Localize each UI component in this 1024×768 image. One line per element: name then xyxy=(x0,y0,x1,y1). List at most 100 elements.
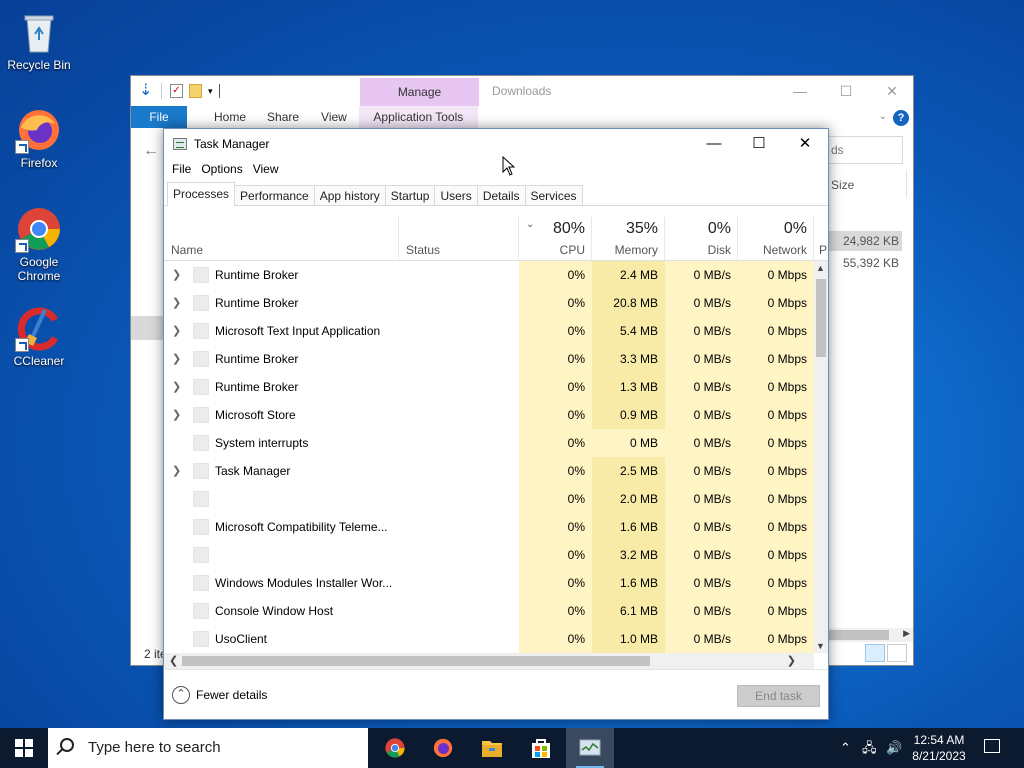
network-value: 0 Mbps xyxy=(738,317,814,345)
expand-chevron-icon[interactable]: ❯ xyxy=(172,317,182,345)
close-icon[interactable]: ✕ xyxy=(782,129,828,159)
column-header-size[interactable]: Size xyxy=(831,178,854,192)
table-row[interactable]: ❯ Microsoft Text Input Application 0% 5.4 M… xyxy=(164,317,814,345)
taskbar-search-box[interactable]: Type here to search xyxy=(48,728,368,768)
column-header-power[interactable]: P xyxy=(814,217,828,261)
expand-chevron-icon[interactable]: ❯ xyxy=(172,457,182,485)
table-row[interactable]: Microsoft Compatibility Teleme... 0% 1.6 M… xyxy=(164,513,814,541)
desktop-icon-firefox[interactable]: Firefox xyxy=(4,106,74,170)
volume-icon[interactable]: 🔊 xyxy=(886,728,902,768)
taskbar-chrome[interactable] xyxy=(371,728,419,768)
menu-options[interactable]: Options xyxy=(196,159,247,179)
properties-icon[interactable]: ✓ xyxy=(170,84,183,98)
taskbar-file-explorer[interactable] xyxy=(468,728,516,768)
expand-chevron-icon[interactable]: ❯ xyxy=(172,373,182,401)
ribbon-tab-file[interactable]: File xyxy=(131,106,187,128)
scroll-up-icon[interactable]: ▲ xyxy=(816,263,825,273)
maximize-icon[interactable]: ☐ xyxy=(823,76,869,106)
table-row[interactable]: ❯ Microsoft Store 0% 0.9 MB 0 MB/s 0 Mbps xyxy=(164,401,814,429)
scroll-down-icon[interactable]: ▼ xyxy=(816,641,825,651)
nav-pane-selected-item[interactable] xyxy=(131,316,165,340)
tab-services[interactable]: Services xyxy=(524,185,583,205)
minimize-icon[interactable]: — xyxy=(691,129,737,159)
taskbar-firefox[interactable] xyxy=(419,728,467,768)
search-input[interactable]: ds xyxy=(827,136,903,164)
file-size[interactable]: 55,392 KB xyxy=(829,253,902,273)
ribbon-tab-application-tools[interactable]: Application Tools xyxy=(358,106,478,128)
table-row[interactable]: Console Window Host 0% 6.1 MB 0 MB/s 0 Mbps xyxy=(164,597,814,625)
ribbon-tab-view[interactable]: View xyxy=(307,106,355,128)
desktop-icon-recycle-bin[interactable]: Recycle Bin xyxy=(4,8,74,72)
table-row[interactable]: ❯ Runtime Broker 0% 20.8 MB 0 MB/s 0 Mbps xyxy=(164,289,814,317)
table-row[interactable]: ❯ Runtime Broker 0% 3.3 MB 0 MB/s 0 Mbps xyxy=(164,345,814,373)
expand-chevron-icon[interactable]: ❯ xyxy=(172,261,182,289)
ribbon-tab-home[interactable]: Home xyxy=(201,106,259,128)
tab-app-history[interactable]: App history xyxy=(313,185,386,205)
back-arrow-icon[interactable]: ← xyxy=(143,142,159,160)
table-row[interactable]: 0% 3.2 MB 0 MB/s 0 Mbps xyxy=(164,541,814,569)
table-row[interactable]: 0% 2.0 MB 0 MB/s 0 Mbps xyxy=(164,485,814,513)
column-header-memory[interactable]: 35% Memory xyxy=(592,217,665,261)
scroll-right-icon[interactable]: ❯ xyxy=(787,654,796,667)
table-row[interactable]: UsoClient 0% 1.0 MB 0 MB/s 0 Mbps xyxy=(164,625,814,653)
menu-view[interactable]: View xyxy=(248,159,284,179)
table-row[interactable]: ❯ Runtime Broker 0% 2.4 MB 0 MB/s 0 Mbps xyxy=(164,261,814,289)
chevron-up-icon[interactable]: ⌃ xyxy=(840,728,851,768)
network-icon[interactable]: 🖧 xyxy=(862,728,877,768)
scroll-thumb[interactable] xyxy=(182,656,650,666)
expand-chevron-icon[interactable]: ❯ xyxy=(172,345,182,373)
network-value: 0 Mbps xyxy=(738,401,814,429)
expand-chevron-icon[interactable]: ❯ xyxy=(172,401,182,429)
quick-access-toolbar: ⇣ ✓ ▾ xyxy=(131,83,220,99)
fewer-details-button[interactable]: ⌃ Fewer details xyxy=(172,686,267,704)
notification-icon[interactable] xyxy=(984,739,1000,753)
window-title: Task Manager xyxy=(194,137,270,151)
column-header-status[interactable]: Status xyxy=(399,217,519,261)
scroll-thumb[interactable] xyxy=(816,279,826,357)
scroll-left-icon[interactable]: ❮ xyxy=(169,654,178,667)
clock[interactable]: 12:54 AM 8/21/2023 xyxy=(905,732,973,764)
start-button[interactable] xyxy=(0,728,48,768)
tab-users[interactable]: Users xyxy=(434,185,478,205)
table-row[interactable]: ❯ Task Manager 0% 2.5 MB 0 MB/s 0 Mbps xyxy=(164,457,814,485)
table-row[interactable]: Windows Modules Installer Wor... 0% 1.6 MB… xyxy=(164,569,814,597)
details-view-icon[interactable] xyxy=(865,644,885,662)
new-folder-icon[interactable] xyxy=(189,84,202,98)
memory-value: 1.6 MB xyxy=(592,569,665,597)
close-icon[interactable]: ✕ xyxy=(869,76,915,106)
ribbon-tab-share[interactable]: Share xyxy=(259,106,307,128)
explorer-title-bar[interactable]: ⇣ ✓ ▾ Manage Downloads — ☐ ✕ xyxy=(131,76,913,106)
table-row[interactable]: System interrupts 0% 0 MB 0 MB/s 0 Mbps xyxy=(164,429,814,457)
expand-ribbon-icon[interactable]: ⌄ xyxy=(879,111,887,122)
menu-file[interactable]: File xyxy=(167,159,196,179)
column-header-cpu[interactable]: ⌄ 80% CPU xyxy=(519,217,592,261)
disk-value: 0 MB/s xyxy=(665,429,738,457)
customize-toolbar-icon[interactable]: ▾ xyxy=(208,86,213,97)
large-icons-view-icon[interactable] xyxy=(887,644,907,662)
taskbar-microsoft-store[interactable] xyxy=(517,728,565,768)
column-header-name[interactable]: Name xyxy=(164,217,399,261)
minimize-icon[interactable]: — xyxy=(777,76,823,106)
column-header-network[interactable]: 0% Network xyxy=(738,217,814,261)
column-header-disk[interactable]: 0% Disk xyxy=(665,217,738,261)
expand-chevron-icon[interactable]: ❯ xyxy=(172,289,182,317)
tab-performance[interactable]: Performance xyxy=(234,185,315,205)
tab-processes[interactable]: Processes xyxy=(167,182,236,206)
tab-details[interactable]: Details xyxy=(476,185,526,205)
horizontal-scrollbar[interactable]: ❮ ❯ xyxy=(164,653,814,669)
end-task-button[interactable]: End task xyxy=(737,685,820,707)
vertical-scrollbar[interactable]: ▲ ▼ xyxy=(814,261,828,653)
help-icon[interactable]: ? xyxy=(893,110,909,126)
file-size[interactable]: 24,982 KB xyxy=(829,231,902,251)
task-manager-title-bar[interactable]: Task Manager — ☐ ✕ xyxy=(164,129,828,159)
horizontal-scrollbar[interactable]: ▶ xyxy=(829,628,913,642)
desktop-icon-google-chrome[interactable]: Google Chrome xyxy=(4,205,74,283)
maximize-icon[interactable]: ☐ xyxy=(736,129,782,159)
download-arrow-icon[interactable]: ⇣ xyxy=(139,83,153,99)
task-manager-window[interactable]: Task Manager — ☐ ✕ File Options View Pro… xyxy=(163,128,829,720)
desktop-icon-ccleaner[interactable]: CCleaner xyxy=(4,304,74,368)
table-row[interactable]: ❯ Runtime Broker 0% 1.3 MB 0 MB/s 0 Mbps xyxy=(164,373,814,401)
tab-startup[interactable]: Startup xyxy=(384,185,436,205)
manage-contextual-tab[interactable]: Manage xyxy=(360,78,479,106)
taskbar-task-manager[interactable] xyxy=(566,728,614,768)
